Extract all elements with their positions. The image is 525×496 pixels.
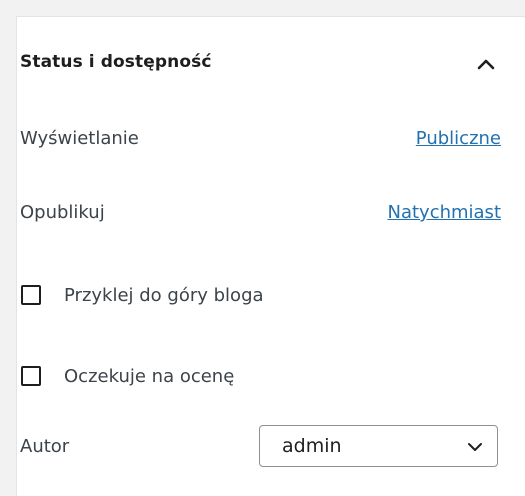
publish-label: Opublikuj: [20, 202, 105, 223]
publish-link[interactable]: Natychmiast: [387, 202, 501, 223]
pending-option[interactable]: Oczekuje na ocenę: [20, 361, 234, 391]
status-visibility-panel: [16, 16, 525, 496]
collapse-panel-button[interactable]: [470, 48, 502, 80]
pending-checkbox[interactable]: [21, 366, 41, 386]
author-select[interactable]: admin: [259, 425, 498, 467]
author-select-value: admin: [282, 435, 342, 457]
top-strip: [0, 0, 525, 16]
visibility-link[interactable]: Publiczne: [416, 128, 501, 149]
visibility-label: Wyświetlanie: [20, 128, 139, 149]
chevron-down-icon: [468, 443, 482, 451]
sticky-label: Przyklej do góry bloga: [64, 284, 264, 306]
chevron-up-icon: [477, 59, 495, 70]
pending-label: Oczekuje na ocenę: [64, 365, 235, 387]
author-label: Autor: [20, 436, 70, 457]
panel-title: Status i dostępność: [20, 52, 212, 72]
sticky-option[interactable]: Przyklej do góry bloga: [20, 280, 264, 310]
sticky-checkbox[interactable]: [21, 285, 41, 305]
